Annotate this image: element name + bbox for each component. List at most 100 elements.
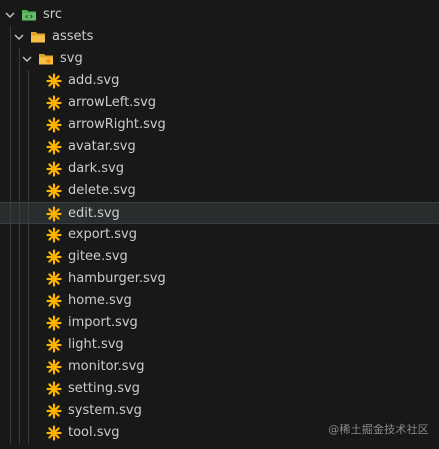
tree-file-label: gitee.svg [68, 249, 128, 264]
indent-guide [10, 378, 11, 400]
indent-guide [10, 356, 11, 378]
folder-open-icon [31, 32, 45, 43]
tree-file-item[interactable]: gitee.svg [0, 246, 439, 268]
tree-file-label: system.svg [68, 403, 142, 418]
tree-file-item[interactable]: dark.svg [0, 158, 439, 180]
svg-file-icon [46, 73, 62, 89]
tree-file-item[interactable]: import.svg [0, 312, 439, 334]
indent-guide [19, 268, 20, 290]
svg-file-icon [46, 227, 62, 243]
tree-file-label: export.svg [68, 227, 137, 242]
indent-guide [19, 203, 20, 223]
tree-file-label: add.svg [68, 73, 120, 88]
indent-guide [10, 224, 11, 246]
tree-file-item[interactable]: arrowLeft.svg [0, 92, 439, 114]
indent-guide [19, 136, 20, 158]
tree-file-item[interactable]: avatar.svg [0, 136, 439, 158]
tree-file-label: arrowLeft.svg [68, 95, 157, 110]
tree-file-label: delete.svg [68, 183, 136, 198]
indent-guide [28, 92, 29, 114]
indent-guide [28, 180, 29, 202]
indent-guide [28, 158, 29, 180]
indent-guide [19, 70, 20, 92]
indent-guide [28, 334, 29, 356]
tree-folder-assets[interactable]: assets [0, 26, 439, 48]
indent-guide [10, 312, 11, 334]
indent-guide [19, 334, 20, 356]
svg-file-icon [46, 271, 62, 287]
tree-file-item[interactable]: add.svg [0, 70, 439, 92]
tree-file-label: edit.svg [68, 206, 120, 221]
indent-guide [19, 290, 20, 312]
svg-file-icon [46, 249, 62, 265]
indent-guide [19, 180, 20, 202]
tree-file-label: monitor.svg [68, 359, 145, 374]
svg-file-icon [46, 293, 62, 309]
indent-guide [10, 268, 11, 290]
tree-file-item[interactable]: hamburger.svg [0, 268, 439, 290]
tree-folder-svg[interactable]: svg [0, 48, 439, 70]
indent-guide [10, 26, 11, 48]
svg-file-icon [46, 139, 62, 155]
indent-guide [10, 70, 11, 92]
tree-file-label: hamburger.svg [68, 271, 166, 286]
svg-file-icon [46, 206, 62, 222]
indent-guide [28, 224, 29, 246]
svg-file-icon [46, 161, 62, 177]
tree-folder-label: src [43, 7, 62, 22]
indent-guide [10, 400, 11, 422]
chevron-down-icon[interactable] [20, 48, 34, 70]
indent-guide [10, 180, 11, 202]
indent-guide [19, 246, 20, 268]
tree-file-label: avatar.svg [68, 139, 136, 154]
svg-file-icon [46, 403, 62, 419]
tree-file-item[interactable]: delete.svg [0, 180, 439, 202]
indent-guide [19, 224, 20, 246]
tree-file-item[interactable]: export.svg [0, 224, 439, 246]
indent-guide [10, 290, 11, 312]
indent-guide [28, 114, 29, 136]
indent-guide [10, 158, 11, 180]
tree-file-item[interactable]: light.svg [0, 334, 439, 356]
tree-folder-label: assets [52, 29, 94, 44]
tree-file-item[interactable]: setting.svg [0, 378, 439, 400]
folder-svg-open-icon [39, 54, 53, 65]
indent-guide [28, 400, 29, 422]
indent-guide [28, 356, 29, 378]
indent-guide [28, 70, 29, 92]
tree-file-item[interactable]: system.svg [0, 400, 439, 422]
indent-guide [28, 290, 29, 312]
tree-file-label: home.svg [68, 293, 132, 308]
indent-guide [28, 136, 29, 158]
indent-guide [28, 312, 29, 334]
indent-guide [10, 48, 11, 70]
indent-guide [10, 246, 11, 268]
svg-file-icon [46, 337, 62, 353]
indent-guide [19, 158, 20, 180]
svg-file-icon [46, 425, 62, 441]
chevron-down-icon[interactable] [3, 4, 17, 26]
indent-guide [19, 114, 20, 136]
indent-guide [19, 356, 20, 378]
chevron-down-icon[interactable] [12, 26, 26, 48]
svg-file-icon [46, 381, 62, 397]
watermark: @稀土掘金技术社区 [328, 423, 429, 436]
indent-guide [10, 136, 11, 158]
indent-guide [28, 378, 29, 400]
indent-guide [28, 203, 29, 223]
tree-file-item[interactable]: monitor.svg [0, 356, 439, 378]
tree-folder-src[interactable]: src [0, 4, 439, 26]
indent-guide [28, 268, 29, 290]
svg-file-icon [46, 359, 62, 375]
tree-file-item[interactable]: arrowRight.svg [0, 114, 439, 136]
tree-folder-label: svg [60, 51, 83, 66]
tree-file-item[interactable]: home.svg [0, 290, 439, 312]
tree-file-item[interactable]: edit.svg [0, 202, 439, 224]
folder-src-open-icon [22, 10, 36, 21]
indent-guide [19, 400, 20, 422]
tree-file-label: light.svg [68, 337, 124, 352]
indent-guide [10, 92, 11, 114]
indent-guide [10, 334, 11, 356]
indent-guide [10, 203, 11, 223]
tree-file-label: import.svg [68, 315, 138, 330]
